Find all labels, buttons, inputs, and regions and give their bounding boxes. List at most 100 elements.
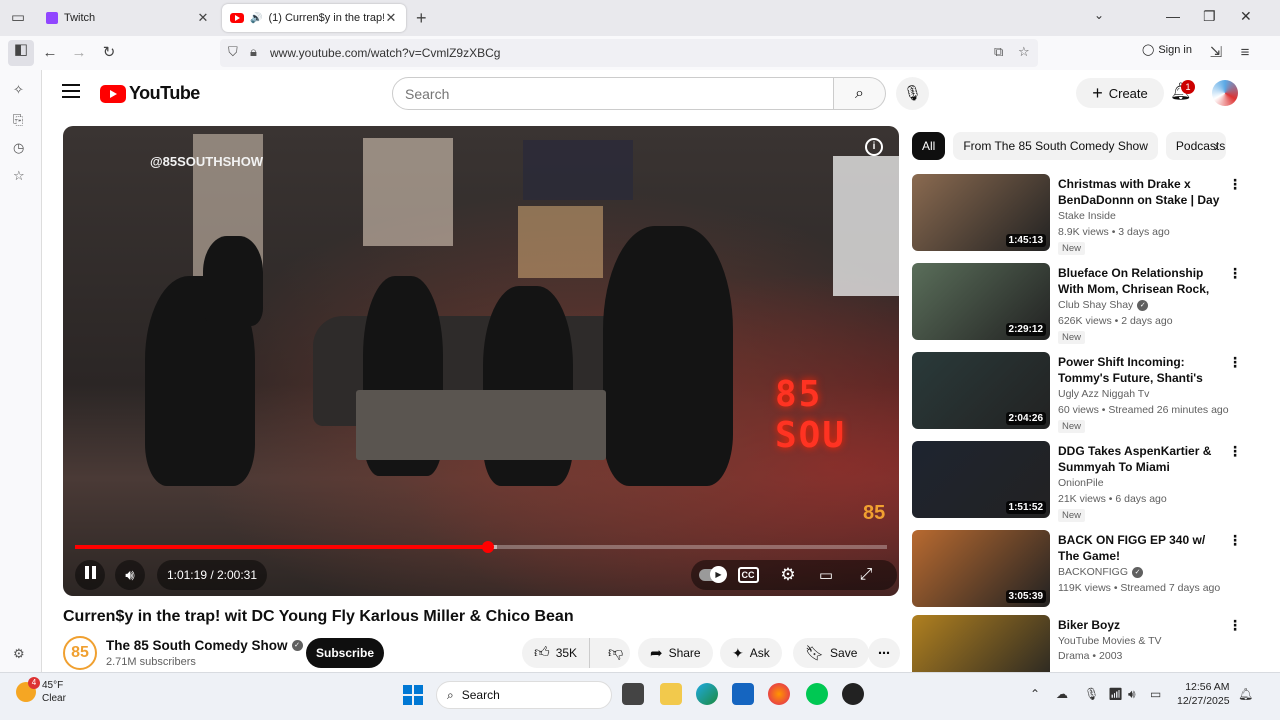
video-thumbnail[interactable]: 1:45:13 xyxy=(912,174,1050,251)
more-vertical-icon[interactable]: ⋮ xyxy=(1228,354,1242,371)
like-button[interactable]: 👍︎ 35K xyxy=(522,638,591,668)
sign-in-button[interactable]: ◯ Sign in xyxy=(1142,43,1192,57)
back-icon[interactable]: ← xyxy=(40,43,60,63)
dislike-button[interactable]: 👎︎ xyxy=(596,644,635,662)
more-actions-button[interactable]: ⋯ xyxy=(868,638,900,668)
recommendation-channel[interactable]: Ugly Azz Niggah Tv xyxy=(1058,388,1149,400)
firefox-icon[interactable] xyxy=(768,683,790,705)
fullscreen-button[interactable]: ⤢ xyxy=(851,560,881,590)
subscribe-button[interactable]: Subscribe xyxy=(306,638,384,668)
chevron-right-icon[interactable]: › xyxy=(1214,138,1219,154)
wifi-icon[interactable]: 📶︎ xyxy=(1108,687,1123,701)
speaker-icon[interactable]: 🔊 xyxy=(250,13,262,24)
picture-in-picture-icon[interactable]: ⧉ xyxy=(994,44,1003,60)
firefox-view-icon[interactable]: ▭ xyxy=(8,8,28,28)
recommendation-title[interactable]: DDG Takes AspenKartier & Summyah To Miam… xyxy=(1058,443,1224,475)
volume-icon[interactable]: 🔊︎ xyxy=(1128,687,1136,702)
more-vertical-icon[interactable]: ⋮ xyxy=(1228,265,1242,282)
video-thumbnail[interactable] xyxy=(912,615,1050,672)
url-text[interactable]: www.youtube.com/watch?v=CvmlZ9zXBCg xyxy=(270,46,500,60)
more-vertical-icon[interactable]: ⋮ xyxy=(1228,443,1242,460)
bookmark-star-icon[interactable]: ☆ xyxy=(1018,44,1030,60)
video-thumbnail[interactable]: 2:04:26 xyxy=(912,352,1050,429)
more-vertical-icon[interactable]: ⋮ xyxy=(1228,617,1242,634)
app-icon[interactable] xyxy=(842,683,864,705)
recommendation-title[interactable]: Power Shift Incoming: Tommy's Future, Sh… xyxy=(1058,354,1224,386)
extensions-icon[interactable]: ⇲ xyxy=(1206,43,1226,63)
settings-button[interactable]: ⚙ xyxy=(773,560,803,590)
more-vertical-icon[interactable]: ⋮ xyxy=(1228,532,1242,549)
close-window-icon[interactable]: ✕ xyxy=(1240,8,1252,25)
recommendation-channel[interactable]: Club Shay Shay ✓ xyxy=(1058,299,1149,311)
search-button[interactable]: ⌕ xyxy=(834,77,886,110)
weather-widget[interactable]: 4 45°F Clear xyxy=(16,677,66,705)
edge-icon[interactable] xyxy=(696,683,718,705)
video-thumbnail[interactable]: 3:05:39 xyxy=(912,530,1050,607)
history-icon[interactable]: ◷ xyxy=(13,140,24,156)
video-player[interactable]: 85 SOU @85SOUTHSHOW i 85 🔊︎ 1:01:19 / 2:… xyxy=(63,126,899,596)
chip-from-channel[interactable]: From The 85 South Comedy Show xyxy=(953,132,1158,160)
synced-tabs-icon[interactable]: ⎘ xyxy=(13,112,23,128)
recommendation-channel[interactable]: Stake Inside xyxy=(1058,210,1116,222)
pause-button[interactable] xyxy=(75,560,105,590)
restore-icon[interactable]: ❐ xyxy=(1203,8,1216,25)
more-vertical-icon[interactable]: ⋮ xyxy=(1228,176,1242,193)
forward-icon[interactable]: → xyxy=(69,43,89,63)
progress-bar[interactable] xyxy=(75,541,887,553)
share-button[interactable]: ➦ Share xyxy=(638,638,713,668)
shield-icon[interactable]: ⛉ xyxy=(228,44,238,60)
taskbar-search[interactable]: ⌕ Search xyxy=(436,681,612,709)
recommendation-item[interactable]: 2:04:26 Power Shift Incoming: Tommy's Fu… xyxy=(912,352,1252,433)
ai-chatbot-icon[interactable]: ✧ xyxy=(13,82,24,98)
hamburger-menu-icon[interactable] xyxy=(62,84,80,102)
lock-icon[interactable]: 🔒︎ xyxy=(250,44,257,60)
app-menu-icon[interactable]: ≡ xyxy=(1235,43,1255,63)
info-icon[interactable]: i xyxy=(865,138,883,156)
microphone-icon[interactable]: 🎙︎ xyxy=(1084,687,1099,701)
close-tab-icon[interactable]: ✕ xyxy=(384,10,398,26)
tab-twitch[interactable]: Twitch ✕ xyxy=(38,4,218,32)
search-box[interactable] xyxy=(392,77,834,110)
theater-mode-button[interactable]: ▭ xyxy=(811,560,841,590)
reload-icon[interactable]: ↻ xyxy=(99,43,119,63)
tab-youtube[interactable]: 🔊 (1) Curren$y in the trap! wit ✕ xyxy=(222,4,406,32)
recommendation-item[interactable]: 1:45:13 Christmas with Drake x BenDaDonn… xyxy=(912,174,1252,255)
notifications-icon[interactable]: 🔔︎ xyxy=(1238,687,1253,701)
microsoft-store-icon[interactable] xyxy=(732,683,754,705)
windows-start-icon[interactable] xyxy=(403,685,423,705)
channel-name-link[interactable]: The 85 South Comedy Show ✓ xyxy=(106,638,303,653)
chat-app-icon[interactable] xyxy=(806,683,828,705)
new-tab-icon[interactable]: + xyxy=(416,8,427,29)
ask-button[interactable]: ✦ Ask xyxy=(720,638,782,668)
account-avatar[interactable] xyxy=(1212,80,1238,106)
video-thumbnail[interactable]: 1:51:52 xyxy=(912,441,1050,518)
chip-all[interactable]: All xyxy=(912,132,946,160)
search-input[interactable] xyxy=(393,78,833,109)
scrubber-handle[interactable] xyxy=(482,541,495,553)
channel-avatar[interactable]: 85 xyxy=(63,636,97,670)
task-view-icon[interactable] xyxy=(622,683,644,705)
recommendation-channel[interactable]: YouTube Movies & TV xyxy=(1058,635,1162,647)
sidebar-toggle-icon[interactable]: ◧ xyxy=(8,40,34,66)
recommendation-title[interactable]: BACK ON FIGG EP 340 w/ The Game! xyxy=(1058,532,1224,564)
captions-button[interactable]: CC xyxy=(733,560,763,590)
create-button[interactable]: + Create xyxy=(1076,78,1164,108)
recommendation-title[interactable]: Biker Boyz xyxy=(1058,617,1224,633)
bookmarks-icon[interactable]: ☆ xyxy=(13,168,25,184)
recommendation-item[interactable]: 2:29:12 Blueface On Relationship With Mo… xyxy=(912,263,1252,344)
recommendation-title[interactable]: Blueface On Relationship With Mom, Chris… xyxy=(1058,265,1224,297)
recommendation-item[interactable]: Biker Boyz YouTube Movies & TV Drama • 2… xyxy=(912,615,1252,672)
recommendation-item[interactable]: 1:51:52 DDG Takes AspenKartier & Summyah… xyxy=(912,441,1252,522)
video-thumbnail[interactable]: 2:29:12 xyxy=(912,263,1050,340)
recommendation-channel[interactable]: OnionPile xyxy=(1058,477,1104,489)
list-all-tabs-icon[interactable]: ⌄ xyxy=(1094,8,1104,22)
show-hidden-icons-icon[interactable]: ⌃ xyxy=(1030,687,1040,701)
save-button[interactable]: 🔖︎ Save xyxy=(793,638,870,668)
system-clock[interactable]: 12:56 AM 12/27/2025 xyxy=(1177,680,1230,708)
close-tab-icon[interactable]: ✕ xyxy=(196,10,210,26)
sidebar-settings-icon[interactable]: ⚙ xyxy=(13,646,25,662)
autoplay-toggle[interactable] xyxy=(697,560,727,590)
recommendation-item[interactable]: 3:05:39 BACK ON FIGG EP 340 w/ The Game!… xyxy=(912,530,1252,610)
recommendation-channel[interactable]: BACKONFIGG ✓ xyxy=(1058,566,1144,578)
battery-icon[interactable]: ▭ xyxy=(1150,687,1161,701)
